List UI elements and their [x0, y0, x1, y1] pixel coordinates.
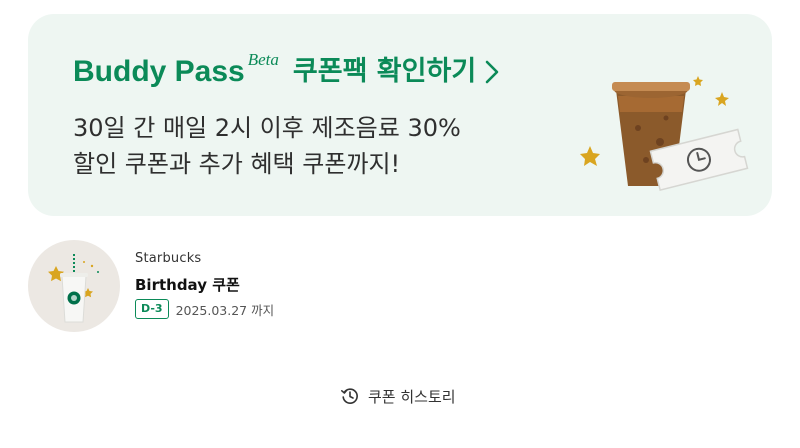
buddy-pass-title: Buddy Pass: [73, 55, 245, 88]
coffee-ticket-illustration: [580, 76, 749, 191]
coupon-history-button[interactable]: 쿠폰 히스토리: [340, 384, 456, 408]
coupon-pack-link[interactable]: 쿠폰팩 확인하기: [293, 52, 476, 92]
starbucks-cup-image: [48, 254, 99, 323]
beta-tag: Beta: [247, 50, 279, 69]
coupon-page: Buddy Pass Beta 쿠폰팩 확인하기 30일 간 매일 2시 이후 …: [0, 0, 800, 448]
star-icon: [693, 76, 703, 86]
coupon-name: Birthday 쿠폰: [135, 276, 240, 294]
expiry-date: 2025.03.27 까지: [175, 302, 275, 318]
coupon-history-label: 쿠폰 히스토리: [368, 387, 456, 406]
buddy-pass-banner[interactable]: Buddy Pass Beta 쿠폰팩 확인하기 30일 간 매일 2시 이후 …: [28, 14, 772, 216]
banner-description-line1: 30일 간 매일 2시 이후 제조음료 30%: [73, 114, 461, 142]
banner-title: Buddy Pass Beta 쿠폰팩 확인하기: [73, 50, 500, 92]
birthday-coupon-item[interactable]: Starbucks Birthday 쿠폰 D-3 2025.03.27 까지: [28, 238, 768, 338]
star-icon: [580, 146, 600, 166]
banner-description: 30일 간 매일 2시 이후 제조음료 30% 할인 쿠폰과 추가 혜택 쿠폰까…: [73, 110, 543, 182]
coupon-brand: Starbucks: [135, 251, 202, 266]
chevron-right-icon: [485, 60, 499, 84]
coupon-meta: D-3 2025.03.27 까지: [135, 299, 274, 319]
banner-description-line2: 할인 쿠폰과 추가 혜택 쿠폰까지!: [73, 150, 401, 178]
coupon-thumbnail: [28, 240, 120, 332]
history-icon: [341, 388, 358, 404]
star-icon: [715, 92, 729, 106]
dday-badge: D-3: [135, 299, 169, 319]
